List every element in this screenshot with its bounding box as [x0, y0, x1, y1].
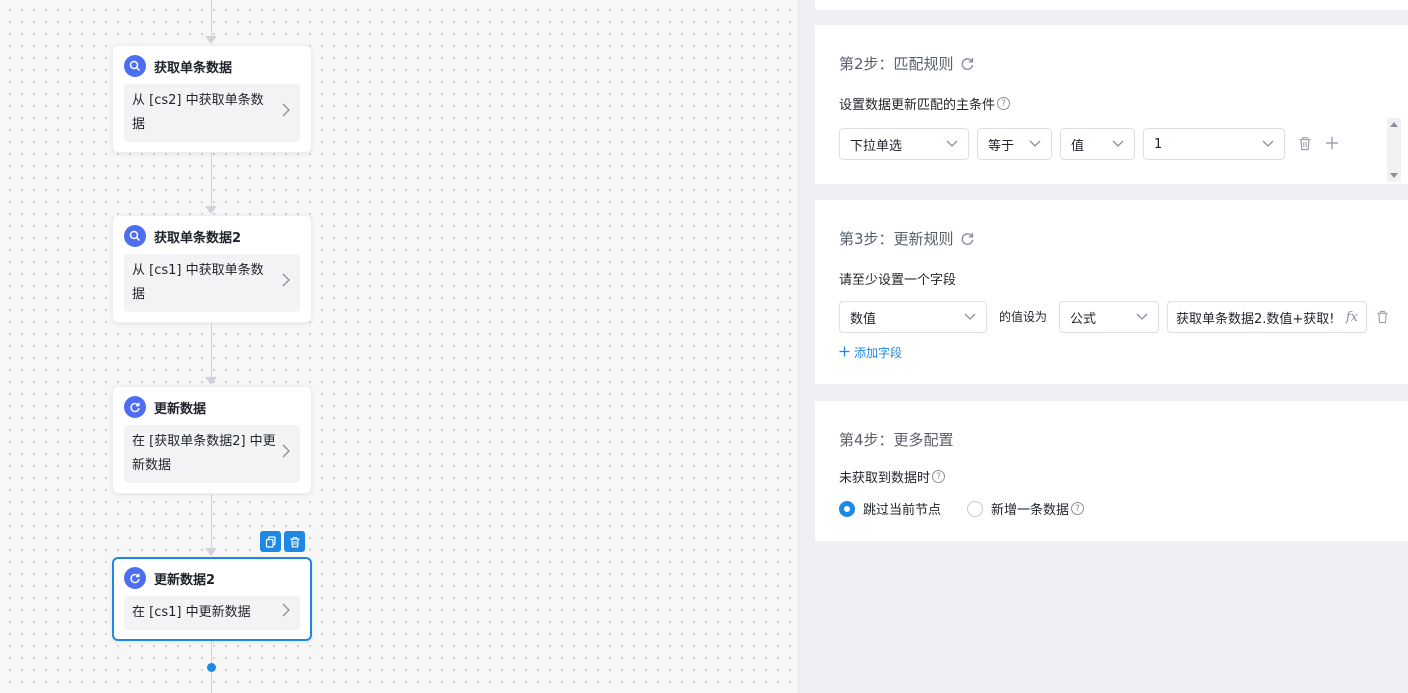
refresh-icon: [124, 396, 146, 418]
connector-arrow: [205, 548, 217, 556]
node-summary-text: 在 [获取单条数据2] 中更新数据: [132, 434, 276, 473]
radio-unchecked-icon[interactable]: [967, 500, 983, 517]
node-summary-text: 从 [cs1] 中获取单条数据: [132, 263, 264, 302]
flow-canvas[interactable]: 获取单条数据 从 [cs2] 中获取单条数据 获取单条数据2 从 [cs1] 中…: [0, 0, 798, 693]
match-value-select[interactable]: 1: [1143, 128, 1285, 160]
step4-label-text: 未获取到数据时: [839, 471, 931, 486]
chevron-down-icon: [1112, 137, 1124, 152]
step3-title: 第3步：更新规则: [839, 228, 975, 249]
step2-label: 设置数据更新匹配的主条件 ?: [839, 94, 1011, 113]
step1-card: [815, 0, 1408, 10]
search-icon: [124, 225, 146, 247]
chevron-down-icon: [946, 137, 958, 152]
node-title: 获取单条数据: [154, 60, 233, 76]
radio-skip-node[interactable]: 跳过当前节点: [839, 499, 941, 518]
match-operator-value: 等于: [988, 138, 1015, 154]
update-field-select[interactable]: 数值: [839, 301, 987, 333]
connector-arrow: [205, 36, 217, 44]
flow-node-update-2[interactable]: 更新数据2 在 [cs1] 中更新数据: [112, 557, 312, 641]
step2-card: 第2步：匹配规则 设置数据更新匹配的主条件 ? 下拉单选 等于 值 1: [815, 25, 1408, 184]
chevron-down-icon: [1262, 137, 1274, 152]
chevron-down-icon: [1029, 137, 1041, 152]
radio-skip-label: 跳过当前节点: [863, 503, 942, 518]
step4-title-text: 第4步：更多配置: [839, 431, 954, 449]
node-title: 更新数据2: [154, 572, 216, 588]
connector-line: [211, 152, 212, 210]
plus-icon: [839, 346, 850, 360]
delete-icon[interactable]: [1298, 136, 1312, 151]
formula-input[interactable]: 获取单条数据2.数值+获取! fx: [1167, 301, 1367, 333]
conditions-scrollbar[interactable]: [1387, 118, 1401, 182]
node-summary[interactable]: 从 [cs2] 中获取单条数据: [124, 84, 300, 142]
connector-line: [211, 0, 212, 40]
node-summary-text: 从 [cs2] 中获取单条数据: [132, 93, 264, 132]
search-icon: [124, 55, 146, 77]
delete-icon[interactable]: [1376, 310, 1389, 324]
flow-node-get-single-2[interactable]: 获取单条数据2 从 [cs1] 中获取单条数据: [112, 215, 312, 323]
help-icon[interactable]: ?: [997, 97, 1011, 110]
delete-icon[interactable]: [284, 531, 305, 552]
radio-add-label: 新增一条数据: [991, 503, 1070, 518]
chevron-down-icon: [1136, 310, 1148, 325]
node-summary[interactable]: 从 [cs1] 中获取单条数据: [124, 254, 300, 312]
radio-checked-icon[interactable]: [839, 500, 855, 517]
step3-title-text: 第3步：更新规则: [839, 230, 954, 248]
match-field-select[interactable]: 下拉单选: [839, 128, 969, 160]
node-title: 更新数据: [154, 401, 207, 417]
add-field-label: 添加字段: [854, 346, 903, 360]
step3-label-text: 请至少设置一个字段: [839, 273, 957, 288]
config-panel: 第2步：匹配规则 设置数据更新匹配的主条件 ? 下拉单选 等于 值 1 第3步：…: [798, 0, 1408, 693]
step4-label: 未获取到数据时 ?: [839, 467, 946, 486]
step4-card: 第4步：更多配置 未获取到数据时 ? 跳过当前节点 新增一条数据 ?: [815, 401, 1408, 541]
update-field-value: 数值: [850, 311, 877, 327]
add-field-button[interactable]: 添加字段: [839, 344, 902, 361]
flow-node-update[interactable]: 更新数据 在 [获取单条数据2] 中更新数据: [112, 386, 312, 494]
step2-title-text: 第2步：匹配规则: [839, 55, 954, 73]
connector-line: [211, 492, 212, 548]
step4-title: 第4步：更多配置: [839, 429, 954, 450]
match-valuetype-select[interactable]: 值: [1060, 128, 1135, 160]
fx-icon[interactable]: fx: [1346, 310, 1358, 325]
chevron-right-icon: [282, 442, 292, 466]
step3-label: 请至少设置一个字段: [839, 269, 956, 288]
add-node-dot[interactable]: [207, 663, 216, 672]
match-field-value: 下拉单选: [850, 138, 903, 154]
set-to-label: 的值设为: [999, 310, 1048, 324]
node-title: 获取单条数据2: [154, 230, 242, 246]
match-value: 1: [1154, 136, 1163, 152]
update-mode-select[interactable]: 公式: [1059, 301, 1159, 333]
refresh-icon[interactable]: [960, 56, 975, 71]
radio-add-record[interactable]: 新增一条数据 ?: [967, 499, 1085, 518]
node-summary[interactable]: 在 [cs1] 中更新数据: [124, 596, 300, 630]
copy-icon[interactable]: [260, 531, 281, 552]
chevron-right-icon: [282, 601, 292, 625]
step2-title: 第2步：匹配规则: [839, 53, 975, 74]
plus-icon[interactable]: [1325, 136, 1339, 150]
step3-card: 第3步：更新规则 请至少设置一个字段 数值 的值设为 公式 获取单条数据2.数值…: [815, 200, 1408, 384]
chevron-down-icon: [964, 310, 976, 325]
node-summary[interactable]: 在 [获取单条数据2] 中更新数据: [124, 425, 300, 483]
step2-label-text: 设置数据更新匹配的主条件: [839, 98, 996, 113]
match-valuetype-value: 值: [1071, 138, 1085, 154]
refresh-icon[interactable]: [960, 231, 975, 246]
flow-node-get-single[interactable]: 获取单条数据 从 [cs2] 中获取单条数据: [112, 45, 312, 153]
refresh-icon: [124, 567, 146, 589]
help-icon[interactable]: ?: [932, 470, 946, 483]
chevron-right-icon: [282, 101, 292, 125]
update-mode-value: 公式: [1070, 311, 1097, 327]
match-operator-select[interactable]: 等于: [977, 128, 1052, 160]
node-toolbar: [260, 531, 305, 552]
connector-line: [211, 322, 212, 380]
node-summary-text: 在 [cs1] 中更新数据: [132, 605, 251, 620]
chevron-right-icon: [282, 271, 292, 295]
connector-arrow: [205, 206, 217, 214]
connector-arrow: [205, 377, 217, 385]
formula-text: 获取单条数据2.数值+获取!: [1176, 311, 1335, 327]
help-icon[interactable]: ?: [1071, 502, 1085, 515]
